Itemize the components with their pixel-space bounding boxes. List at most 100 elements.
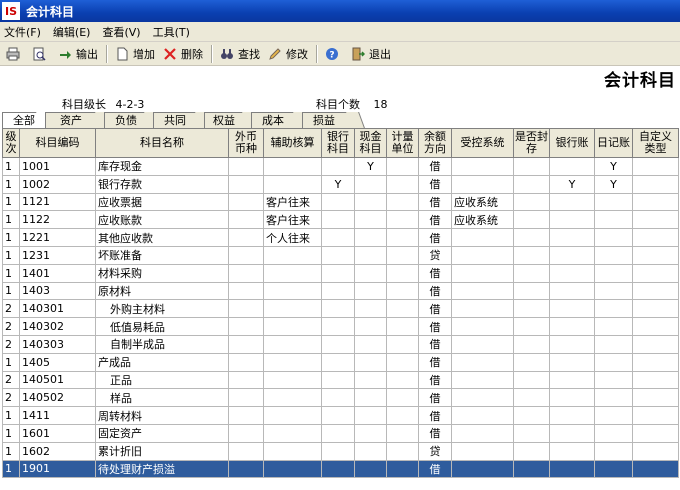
cell-level: 1 — [2, 441, 20, 461]
column-header-journal[interactable]: 日记账 — [594, 128, 633, 158]
column-header-name[interactable]: 科目名称 — [95, 128, 229, 158]
table-row[interactable]: 1 1602 累计折旧 贷 — [2, 441, 679, 461]
tab-liabilities[interactable]: 负债 — [104, 112, 154, 128]
account-level-value: 4-2-3 — [115, 98, 145, 111]
table-row[interactable]: 1 1122 应收账款 客户往来 借应收系统 — [2, 210, 679, 230]
cell-unit — [386, 228, 419, 247]
table-row[interactable]: 1 1401 材料采购 借 — [2, 263, 679, 283]
cell-bank-account — [321, 210, 355, 230]
account-level-label: 科目级长 — [62, 98, 106, 111]
cell-auxiliary — [263, 423, 322, 443]
column-header-level[interactable]: 级次 — [2, 128, 20, 158]
table-row[interactable]: 1 1403 原材料 借 — [2, 281, 679, 301]
cell-currency — [228, 210, 264, 230]
cell-code: 1231 — [19, 245, 96, 265]
cell-level: 2 — [2, 334, 20, 354]
cell-auxiliary — [263, 388, 322, 408]
cell-controlled-system — [451, 245, 514, 265]
table-row[interactable]: 1 1601 固定资产 借 — [2, 423, 679, 443]
column-header-balance-direction[interactable]: 余额方向 — [418, 128, 452, 158]
menu-view[interactable]: 查看(V) — [98, 24, 148, 40]
cell-journal — [594, 423, 633, 443]
cell-cash-account — [354, 174, 387, 194]
table-row[interactable]: 1 1231 坏账准备 贷 — [2, 245, 679, 265]
cell-auxiliary — [263, 174, 322, 194]
account-count-value: 18 — [373, 98, 388, 111]
column-header-custom-type[interactable]: 自定义类型 — [632, 128, 679, 158]
add-button[interactable]: 增加 — [111, 43, 159, 65]
cell-level: 1 — [2, 406, 20, 425]
main-content: 会计科目 科目级长 4-2-3 科目个数 18 全部 资产 负债 共同 权益 成… — [0, 66, 680, 490]
table-row[interactable]: 1 1002 银行存款 Y 借 Y Y — [2, 174, 679, 194]
cell-sealed — [513, 388, 550, 408]
cell-bank-account — [321, 441, 355, 461]
cell-sealed — [513, 192, 550, 212]
print-button[interactable] — [2, 43, 28, 65]
column-header-currency[interactable]: 外币币种 — [228, 128, 264, 158]
cell-custom-type — [632, 406, 679, 425]
cell-auxiliary — [263, 245, 322, 265]
cell-currency — [228, 263, 264, 283]
cell-code: 1401 — [19, 263, 96, 283]
table-row[interactable]: 1 1411 周转材料 借 — [2, 406, 679, 425]
table-row[interactable]: 2 140302 低值易耗品 借 — [2, 317, 679, 336]
table-row[interactable]: 1 1001 库存现金 Y 借 Y — [2, 157, 679, 176]
cell-bank-account — [321, 370, 355, 390]
cell-bank-account — [321, 157, 355, 176]
cell-unit — [386, 334, 419, 354]
cell-bank-book — [549, 281, 595, 301]
column-header-unit[interactable]: 计量单位 — [386, 128, 419, 158]
column-header-auxiliary[interactable]: 辅助核算 — [263, 128, 322, 158]
table-row[interactable]: 1 1405 产成品 借 — [2, 352, 679, 372]
cell-unit — [386, 174, 419, 194]
cell-balance-direction: 借 — [418, 406, 452, 425]
menu-tools[interactable]: 工具(T) — [149, 24, 198, 40]
cell-bank-account — [321, 228, 355, 247]
tab-cost[interactable]: 成本 — [251, 112, 303, 128]
table-row[interactable]: 1 1121 应收票据 客户往来 借应收系统 — [2, 192, 679, 212]
column-header-cash-account[interactable]: 现金科目 — [354, 128, 387, 158]
column-header-sealed[interactable]: 是否封存 — [513, 128, 550, 158]
delete-button[interactable]: 删除 — [159, 43, 207, 65]
cell-code: 140502 — [19, 388, 96, 408]
cell-controlled-system: 应收系统 — [451, 210, 514, 230]
cell-sealed — [513, 210, 550, 230]
cell-auxiliary — [263, 459, 322, 479]
column-header-bank-account[interactable]: 银行科目 — [321, 128, 355, 158]
output-button[interactable]: 输出 — [54, 43, 102, 65]
cell-cash-account — [354, 210, 387, 230]
tab-assets[interactable]: 资产 — [45, 112, 105, 128]
preview-button[interactable] — [28, 43, 54, 65]
column-header-bank-book[interactable]: 银行账 — [549, 128, 595, 158]
help-button[interactable]: ? — [321, 43, 347, 65]
cell-level: 1 — [2, 245, 20, 265]
cell-sealed — [513, 370, 550, 390]
cell-unit — [386, 157, 419, 176]
cell-controlled-system — [451, 423, 514, 443]
cell-bank-book — [549, 406, 595, 425]
column-header-code[interactable]: 科目编码 — [19, 128, 96, 158]
table-row[interactable]: 2 140501 正品 借 — [2, 370, 679, 390]
find-button[interactable]: 查找 — [216, 43, 264, 65]
table-row[interactable]: 2 140303 自制半成品 借 — [2, 334, 679, 354]
table-row[interactable]: 2 140502 样品 借 — [2, 388, 679, 408]
cell-custom-type — [632, 370, 679, 390]
tab-all[interactable]: 全部 — [2, 112, 46, 128]
table-row[interactable]: 1 1901 待处理财产损溢 借 — [2, 459, 679, 479]
menu-edit[interactable]: 编辑(E) — [49, 24, 99, 40]
cell-balance-direction: 借 — [418, 352, 452, 372]
tab-common[interactable]: 共同 — [153, 112, 205, 128]
column-header-controlled-system[interactable]: 受控系统 — [451, 128, 514, 158]
cell-cash-account — [354, 263, 387, 283]
tab-equity[interactable]: 权益 — [204, 112, 252, 128]
table-row[interactable]: 1 1221 其他应收款 个人往来 借 — [2, 228, 679, 247]
cell-level: 2 — [2, 317, 20, 336]
menu-file[interactable]: 文件(F) — [0, 24, 49, 40]
cell-bank-book — [549, 423, 595, 443]
exit-button[interactable]: 退出 — [347, 43, 395, 65]
edit-button[interactable]: 修改 — [264, 43, 312, 65]
cell-controlled-system — [451, 406, 514, 425]
cell-name: 库存现金 — [95, 157, 229, 176]
tab-profit-loss[interactable]: 损益 — [302, 112, 356, 128]
table-row[interactable]: 2 140301 外购主材料 借 — [2, 299, 679, 319]
